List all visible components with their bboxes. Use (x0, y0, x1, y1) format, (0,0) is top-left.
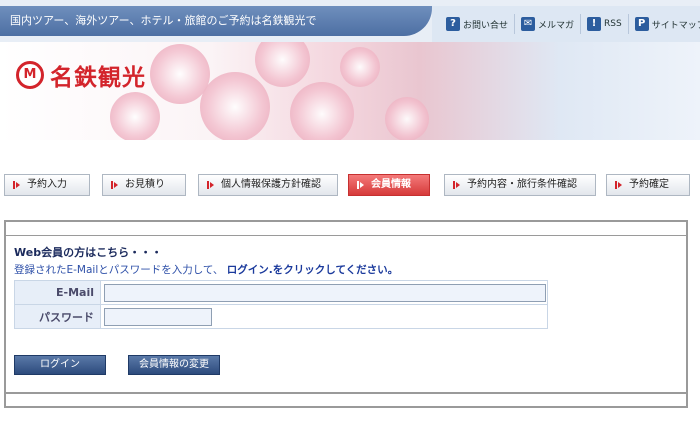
email-label: E-Mail (14, 280, 101, 305)
site-tagline: 国内ツアー、海外ツアー、ホテル・旅館のご予約は名鉄観光で (0, 6, 432, 36)
blossom-decoration (255, 42, 310, 87)
step-label: 予約入力 (27, 179, 67, 190)
email-input[interactable] (104, 283, 546, 302)
instruction-text: 登録されたE-Mailとパスワードを入力して、 (14, 264, 224, 276)
blossom-decoration (385, 97, 429, 140)
step-confirm-conditions: 予約内容・旅行条件確認 (444, 174, 596, 196)
logo-text: 名鉄観光 (50, 64, 146, 91)
login-form: E-Mail パスワード (14, 280, 548, 329)
rss-link-label: RSS (604, 19, 622, 29)
mail-icon: ✉ (521, 17, 536, 31)
step-label: 会員情報 (371, 179, 411, 190)
step-bullet-icon (357, 181, 364, 189)
member-info-change-button[interactable]: 会員情報の変更 (128, 355, 220, 375)
brand-logo[interactable]: M 名鉄観光 (16, 58, 146, 92)
login-button[interactable]: ログイン (14, 355, 106, 375)
sitemap-link-label: サイトマップ (651, 20, 700, 31)
blossom-decoration (290, 82, 354, 140)
frame-top-bar (4, 220, 688, 236)
password-cell (100, 304, 548, 329)
step-booking-complete: 予約確定 (606, 174, 690, 196)
contact-link-label: お問い合せ (463, 20, 509, 31)
step-bullet-icon (207, 181, 214, 189)
login-panel: Web会員の方はこちら・・・ 登録されたE-Mailとパスワードを入力して、 ロ… (4, 236, 688, 394)
top-header: 国内ツアー、海外ツアー、ホテル・旅館のご予約は名鉄観光で ? お問い合せ ✉ メ… (0, 0, 700, 42)
login-instruction: 登録されたE-Mailとパスワードを入力して、 ログイン.をクリックしてください… (14, 262, 398, 277)
instruction-emphasis: ログイン.をクリックしてください。 (226, 264, 399, 276)
blossom-decoration (340, 47, 380, 87)
login-heading: Web会員の方はこちら・・・ (14, 246, 163, 259)
contact-link[interactable]: ? お問い合せ (440, 14, 514, 34)
frame-bottom-bar (4, 394, 688, 408)
step-label: 個人情報保護方針確認 (221, 179, 321, 190)
hero-banner: M 名鉄観光 (0, 42, 700, 140)
step-bullet-icon (453, 181, 460, 189)
step-label: 予約確定 (629, 179, 669, 190)
booking-steps: 予約入力 お見積り 個人情報保護方針確認 会員情報 予約内容・旅行条件確認 予約… (0, 174, 700, 196)
step-label: お見積り (125, 179, 165, 190)
rss-icon: ! (587, 17, 602, 31)
step-bullet-icon (615, 181, 622, 189)
form-row-password: パスワード (14, 304, 548, 329)
step-bullet-icon (13, 181, 20, 189)
step-estimate: お見積り (102, 174, 186, 196)
sitemap-icon: P (634, 17, 649, 31)
logo-mark-icon: M (16, 61, 44, 89)
email-cell (100, 280, 548, 305)
password-label: パスワード (14, 304, 101, 329)
password-input[interactable] (104, 307, 212, 326)
sitemap-link[interactable]: P サイトマップ (627, 14, 700, 34)
step-privacy-policy: 個人情報保護方針確認 (198, 174, 338, 196)
step-reservation-input: 予約入力 (4, 174, 90, 196)
mailmag-link-label: メルマガ (538, 20, 575, 31)
step-bullet-icon (111, 181, 118, 189)
blossom-decoration (200, 72, 270, 140)
utility-nav: ? お問い合せ ✉ メルマガ ! RSS P サイトマップ (432, 6, 700, 42)
step-member-info: 会員情報 (348, 174, 430, 196)
mailmag-link[interactable]: ✉ メルマガ (514, 14, 580, 34)
form-row-email: E-Mail (14, 280, 548, 305)
blossom-decoration (110, 92, 160, 140)
rss-link[interactable]: ! RSS (580, 14, 628, 34)
step-label: 予約内容・旅行条件確認 (467, 179, 577, 190)
question-icon: ? (446, 17, 460, 31)
